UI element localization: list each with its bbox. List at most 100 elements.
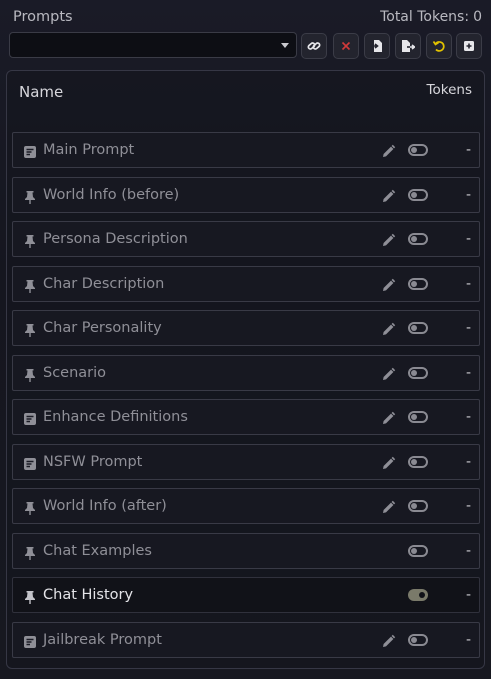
list-icon [23, 144, 37, 158]
thumbtack-icon [23, 189, 37, 204]
toggle-switch[interactable] [408, 456, 428, 468]
pencil-icon[interactable] [381, 634, 396, 653]
toggle-switch[interactable] [408, 278, 428, 290]
toggle-knob [411, 147, 417, 153]
pencil-icon[interactable] [381, 456, 396, 475]
prompt-row[interactable]: Persona Description - [12, 221, 480, 257]
thumbtack-icon [23, 367, 37, 382]
prompt-tokens: - [465, 142, 471, 158]
toggle-knob [411, 503, 417, 509]
file-import-icon [371, 40, 382, 52]
total-tokens-value: 0 [473, 9, 482, 25]
thumbtack-icon [23, 322, 37, 337]
toggle-knob [411, 637, 417, 643]
prompt-row[interactable]: World Info (before) - [12, 177, 480, 213]
pencil-icon[interactable] [381, 278, 396, 297]
total-tokens: Total Tokens: 0 [380, 9, 482, 25]
toggle-knob [411, 281, 417, 287]
list-icon [23, 634, 37, 648]
prompt-label[interactable]: Chat History [43, 587, 133, 603]
import-button[interactable] [364, 33, 390, 59]
reset-button[interactable] [426, 33, 452, 59]
prompt-label[interactable]: Jailbreak Prompt [43, 632, 162, 648]
toggle-switch[interactable] [408, 634, 428, 646]
toggle-knob [411, 325, 417, 331]
toggle-knob [411, 370, 417, 376]
prompt-row[interactable]: Enhance Definitions - [12, 399, 480, 435]
prompt-row[interactable]: Char Description - [12, 266, 480, 302]
rotate-left-icon [432, 41, 445, 52]
export-button[interactable] [395, 33, 421, 59]
delete-button[interactable] [333, 33, 359, 59]
prompt-row[interactable]: Chat Examples - [12, 533, 480, 569]
toggle-knob [411, 414, 417, 420]
prompt-label[interactable]: Chat Examples [43, 543, 152, 559]
prompt-label[interactable]: Main Prompt [43, 142, 134, 158]
pencil-icon[interactable] [381, 411, 396, 430]
prompt-label[interactable]: Char Personality [43, 320, 162, 336]
prompt-label[interactable]: Char Description [43, 276, 164, 292]
list-icon [23, 411, 37, 425]
toggle-switch[interactable] [408, 367, 428, 379]
toggle-switch[interactable] [408, 500, 428, 512]
prompt-row[interactable]: NSFW Prompt - [12, 444, 480, 480]
prompt-row[interactable]: Jailbreak Prompt - [12, 622, 480, 658]
toggle-switch[interactable] [408, 144, 428, 156]
pencil-icon[interactable] [381, 500, 396, 519]
prompts-header: Prompts Total Tokens: 0 [0, 0, 491, 30]
prompt-tokens: - [465, 409, 471, 425]
toggle-switch[interactable] [408, 322, 428, 334]
toggle-knob [411, 548, 417, 554]
prompt-label[interactable]: Scenario [43, 365, 106, 381]
add-prompt-button[interactable] [456, 33, 482, 59]
pencil-icon[interactable] [381, 233, 396, 252]
prompt-tokens: - [465, 231, 471, 247]
toggle-switch[interactable] [408, 589, 428, 601]
prompt-tokens: - [465, 587, 471, 603]
total-tokens-label: Total Tokens: [380, 9, 470, 25]
prompt-label[interactable]: World Info (before) [43, 187, 179, 203]
pencil-icon[interactable] [381, 367, 396, 386]
toggle-knob [411, 459, 417, 465]
prompt-tokens: - [465, 365, 471, 381]
prompt-tokens: - [465, 454, 471, 470]
thumbtack-icon [23, 500, 37, 515]
file-export-icon [402, 40, 415, 52]
toggle-switch[interactable] [408, 189, 428, 201]
pencil-icon[interactable] [381, 189, 396, 208]
link-icon [307, 42, 321, 50]
link-button[interactable] [301, 33, 327, 59]
prompt-label[interactable]: Enhance Definitions [43, 409, 188, 425]
prompt-tokens: - [465, 543, 471, 559]
thumbtack-icon [23, 278, 37, 293]
prompt-tokens: - [465, 320, 471, 336]
prompt-label[interactable]: NSFW Prompt [43, 454, 142, 470]
prompt-tokens: - [465, 187, 471, 203]
thumbtack-icon [23, 545, 37, 560]
thumbtack-icon [23, 589, 37, 604]
column-header-name: Name [19, 83, 64, 101]
toggle-switch[interactable] [408, 411, 428, 423]
prompt-label[interactable]: Persona Description [43, 231, 188, 247]
toggle-switch[interactable] [408, 233, 428, 245]
panel-title: Prompts [13, 9, 73, 25]
toggle-switch[interactable] [408, 545, 428, 557]
toggle-knob [419, 592, 425, 598]
pencil-icon[interactable] [381, 322, 396, 341]
toggle-knob [411, 236, 417, 242]
chevron-down-icon [281, 43, 289, 48]
prompt-row[interactable]: World Info (after) - [12, 488, 480, 524]
prompt-row[interactable]: Main Prompt - [12, 132, 480, 168]
prompt-row[interactable]: Chat History - [12, 577, 480, 613]
list-icon [23, 456, 37, 470]
x-icon [341, 41, 351, 51]
square-plus-icon [464, 41, 474, 51]
pencil-icon[interactable] [381, 144, 396, 163]
column-header-tokens: Tokens [426, 82, 472, 98]
prompt-row[interactable]: Char Personality - [12, 310, 480, 346]
prompt-preset-select[interactable] [9, 32, 297, 58]
thumbtack-icon [23, 233, 37, 248]
prompt-tokens: - [465, 632, 471, 648]
prompt-label[interactable]: World Info (after) [43, 498, 167, 514]
prompt-row[interactable]: Scenario - [12, 355, 480, 391]
